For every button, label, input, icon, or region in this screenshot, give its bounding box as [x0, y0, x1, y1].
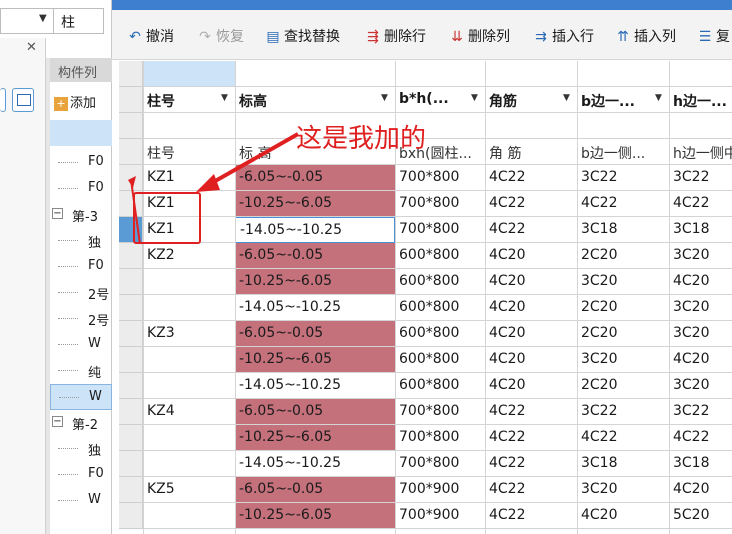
annotation-pointer-head — [128, 176, 136, 188]
annotation-text: 这是我加的 — [296, 124, 427, 154]
annotation-pointer-line — [130, 179, 141, 245]
annotation-arrows — [128, 132, 299, 245]
annotation-arrow-line — [209, 132, 299, 186]
annotation-arrow-head — [196, 174, 220, 192]
